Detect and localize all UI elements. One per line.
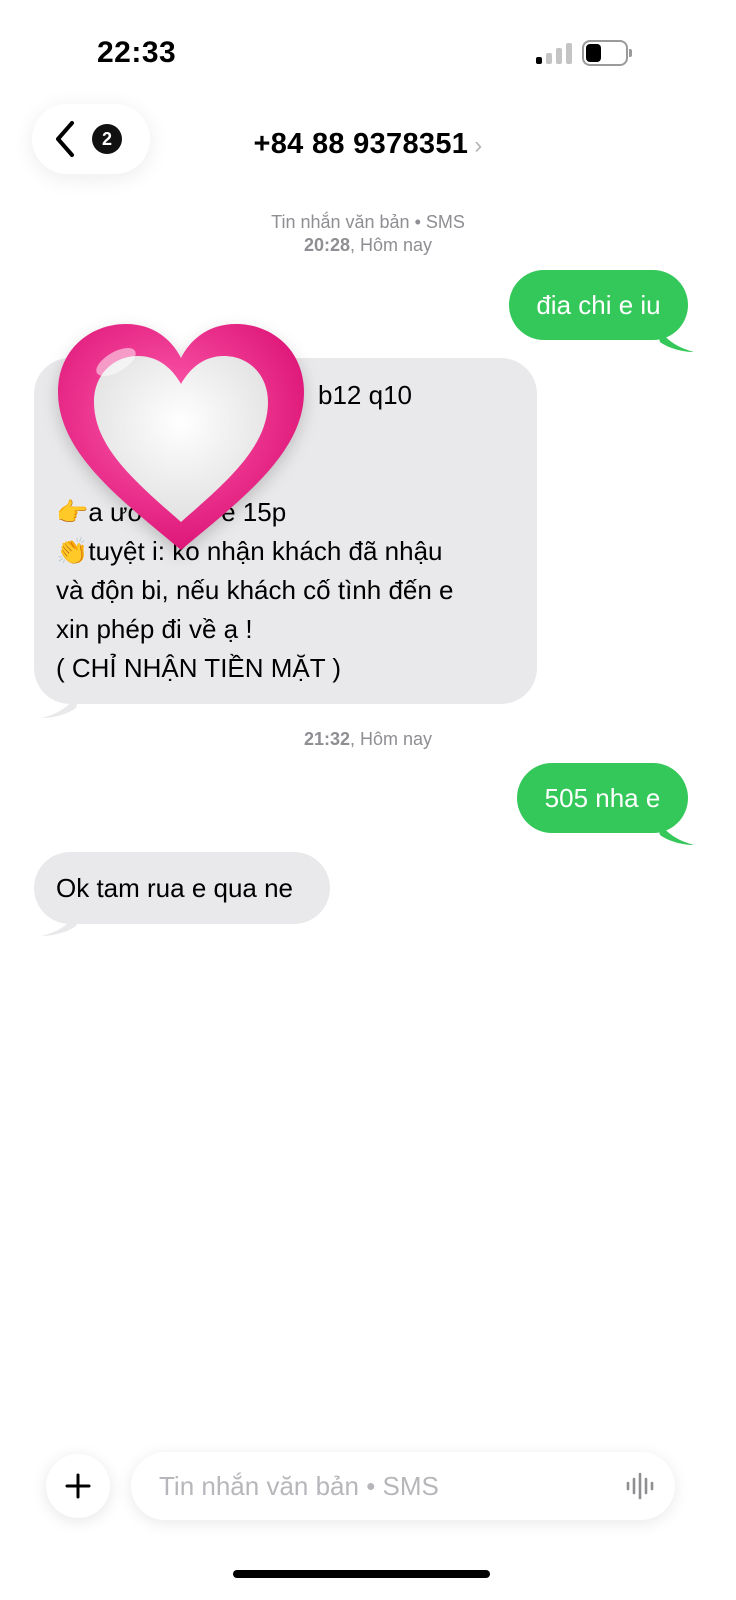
- thread-meta-2: 21:32, Hôm nay: [303, 729, 433, 749]
- thread-meta-1: Tin nhắn văn bản • SMS 20:28, Hôm nay: [0, 211, 736, 257]
- meta-time-1: 20:28: [303, 235, 350, 255]
- bubble-tail-out-2: [654, 813, 694, 845]
- status-time: 22:33: [97, 36, 177, 69]
- message-text: 505 nha e: [544, 782, 661, 813]
- plus-icon: [65, 1473, 91, 1499]
- bubble-tail-out-1: [654, 320, 694, 352]
- contact-number: +84 88 9378351: [253, 128, 469, 160]
- message-text: Ok tam rua e qua ne: [56, 872, 294, 903]
- message-input-placeholder: Tin nhắn văn bản • SMS: [159, 1470, 439, 1501]
- message-text: đia chi e iu: [536, 289, 661, 320]
- signal-icon: [536, 42, 572, 64]
- meta-day-2: Hôm nay: [360, 729, 433, 749]
- meta-day-1: Hôm nay: [360, 235, 433, 255]
- home-indicator[interactable]: [233, 1570, 490, 1578]
- audio-waveform-icon[interactable]: [625, 1472, 657, 1500]
- channel-label: Tin nhắn văn bản • SMS: [271, 212, 465, 232]
- contact-header[interactable]: +84 88 9378351 ›: [0, 128, 736, 161]
- meta-time-2: 21:32: [303, 729, 350, 749]
- bubble-tail-in-2: [42, 904, 82, 936]
- heart-sticker-icon: [58, 324, 304, 550]
- message-line-8: ( CHỈ NHẬN TIỀN MẶT ): [56, 653, 342, 683]
- chevron-right-icon: ›: [474, 132, 483, 159]
- add-attachment-button[interactable]: [46, 1454, 110, 1518]
- bubble-tail-in-1: [42, 686, 82, 718]
- message-input[interactable]: Tin nhắn văn bản • SMS: [131, 1452, 675, 1520]
- message-line-7: xin phép đi về ạ !: [56, 614, 253, 644]
- message-line-6: và độn bi, nếu khách cố tình đến e: [56, 575, 454, 605]
- battery-icon: [582, 40, 632, 66]
